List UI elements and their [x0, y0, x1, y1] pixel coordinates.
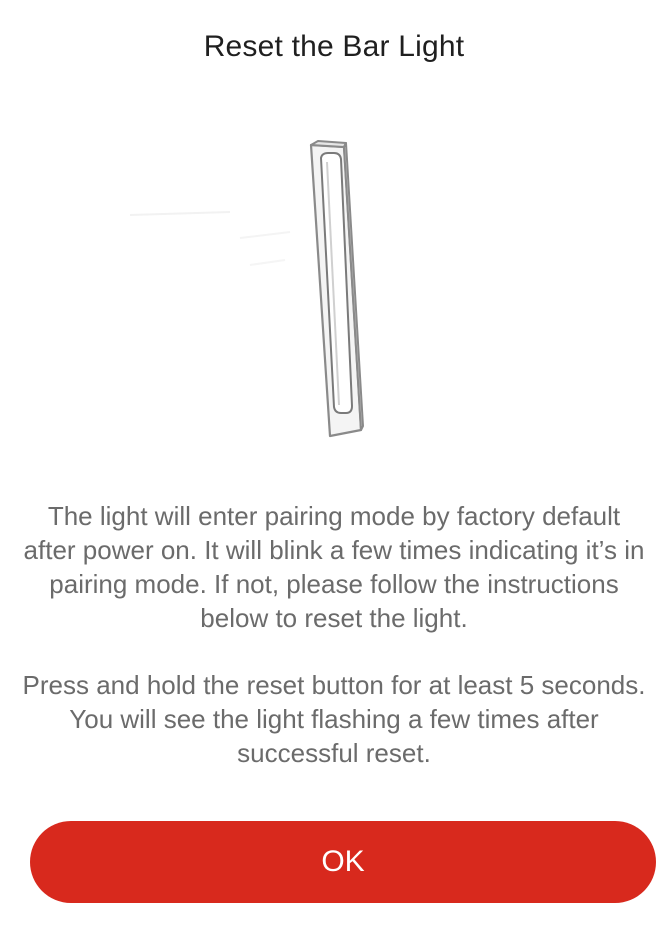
dialog-title: Reset the Bar Light: [203, 30, 465, 63]
bar-light-icon: [129, 140, 364, 438]
pairing-info-text: The light will enter pairing mode by fac…: [23, 501, 645, 633]
reset-instructions-text: Press and hold the reset button for at l…: [22, 670, 646, 768]
ok-button[interactable]: OK: [30, 821, 656, 903]
bar-light-illustration: [0, 120, 668, 460]
